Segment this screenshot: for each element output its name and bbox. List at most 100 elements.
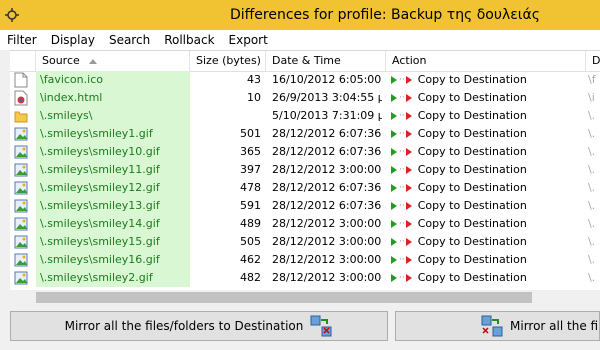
row-icon-cell: [10, 107, 36, 125]
row-icon-cell: [10, 251, 36, 269]
action-label: Copy to Destination: [417, 127, 527, 140]
table-row[interactable]: \.smileys\smiley13.gif 591 28/12/2012 6:07…: [10, 197, 600, 215]
source-cell[interactable]: \.smileys\smiley10.gif: [36, 143, 190, 161]
table-row[interactable]: \.smileys\smiley11.gif 397 28/12/2012 3:00…: [10, 161, 600, 179]
size-cell: 43: [247, 73, 261, 86]
header-source[interactable]: Source: [36, 51, 190, 71]
image-file-icon: [14, 180, 28, 196]
header-icon-column[interactable]: [10, 51, 36, 71]
date-cell: 28/12/2012 3:00:00 ...: [272, 235, 382, 248]
table-row[interactable]: \.smileys\smiley12.gif 478 28/12/2012 6:07…: [10, 179, 600, 197]
menu-filter[interactable]: Filter: [0, 30, 44, 50]
copy-arrow-icon: [391, 274, 397, 282]
destination-cell: \.: [588, 271, 596, 284]
action-cell[interactable]: ·· Copy to Destination: [391, 197, 586, 215]
date-cell: 16/10/2012 6:05:00 ...: [272, 73, 382, 86]
destination-arrow-icon: [405, 202, 412, 210]
table-row[interactable]: \favicon.ico 43 16/10/2012 6:05:00 ... ·· Co…: [10, 71, 600, 89]
row-icon-cell: [10, 125, 36, 143]
table-row[interactable]: \.smileys\smiley15.gif 505 28/12/2012 3:00…: [10, 233, 600, 251]
destination-arrow-icon: [405, 112, 412, 120]
header-date[interactable]: Date & Time: [266, 51, 386, 71]
destination-arrow-icon: [405, 256, 412, 264]
menu-rollback[interactable]: Rollback: [157, 30, 221, 50]
source-cell[interactable]: \.smileys\smiley1.gif: [36, 125, 190, 143]
action-cell[interactable]: ·· Copy to Destination: [391, 161, 586, 179]
header-action[interactable]: Action: [386, 51, 586, 71]
destination-arrow-icon: [405, 274, 412, 282]
destination-arrow-icon: [405, 238, 412, 246]
source-cell[interactable]: \index.html: [36, 89, 190, 107]
action-label: Copy to Destination: [417, 109, 527, 122]
image-file-icon: [14, 144, 28, 160]
action-cell[interactable]: ·· Copy to Destination: [391, 71, 586, 89]
action-cell[interactable]: ·· Copy to Destination: [391, 215, 586, 233]
action-cell[interactable]: ·· Copy to Destination: [391, 143, 586, 161]
source-cell[interactable]: \.smileys\smiley2.gif: [36, 269, 190, 287]
row-icon-cell: [10, 71, 36, 89]
source-cell[interactable]: \.smileys\smiley16.gif: [36, 251, 190, 269]
action-cell[interactable]: ·· Copy to Destination: [391, 233, 586, 251]
menu-search[interactable]: Search: [102, 30, 157, 50]
copy-arrow-icon: [391, 238, 397, 246]
action-label: Copy to Destination: [417, 253, 527, 266]
size-cell: 10: [247, 91, 261, 104]
mirror-icon: [481, 315, 503, 337]
copy-arrow-icon: [391, 94, 397, 102]
table-row[interactable]: \index.html 10 26/9/2013 3:04:55 μμ ·· Copy …: [10, 89, 600, 107]
source-cell[interactable]: \.smileys\smiley15.gif: [36, 233, 190, 251]
size-cell: [190, 107, 265, 125]
table-row[interactable]: \.smileys\ 5/10/2013 7:31:09 μμ ·· Copy to …: [10, 107, 600, 125]
date-cell: 28/12/2012 3:00:00 ...: [272, 271, 382, 284]
file-icon: [14, 72, 28, 88]
scrollbar-thumb[interactable]: [36, 292, 532, 303]
table-row[interactable]: \.smileys\smiley16.gif 462 28/12/2012 3:00…: [10, 251, 600, 269]
table-row[interactable]: \.smileys\smiley1.gif 501 28/12/2012 6:07:…: [10, 125, 600, 143]
menu-display[interactable]: Display: [44, 30, 102, 50]
source-cell[interactable]: \.smileys\: [36, 107, 190, 125]
horizontal-scrollbar[interactable]: [10, 290, 600, 306]
date-cell: 28/12/2012 3:00:00 ...: [272, 253, 382, 266]
grid-header: Source Size (bytes) Date & Time Action D…: [10, 51, 600, 72]
mirror-second-button[interactable]: Mirror all the fi: [395, 311, 600, 341]
source-cell[interactable]: \.smileys\smiley13.gif: [36, 197, 190, 215]
header-destination[interactable]: Des: [586, 51, 600, 71]
date-cell: 28/12/2012 6:07:36 ...: [272, 145, 382, 158]
destination-cell: \.: [588, 163, 596, 176]
mirror-to-destination-button[interactable]: Mirror all the files/folders to Destinat…: [10, 311, 388, 341]
action-cell[interactable]: ·· Copy to Destination: [391, 107, 586, 125]
row-icon-cell: [10, 269, 36, 287]
title-bar: Differences for profile: Backup της δουλ…: [0, 0, 600, 30]
menu-export[interactable]: Export: [222, 30, 275, 50]
action-cell[interactable]: ·· Copy to Destination: [391, 269, 586, 287]
dots-icon: ··: [399, 93, 405, 103]
row-icon-cell: [10, 179, 36, 197]
dots-icon: ··: [399, 129, 405, 139]
copy-arrow-icon: [391, 166, 397, 174]
source-cell[interactable]: \.smileys\smiley12.gif: [36, 179, 190, 197]
row-icon-cell: [10, 215, 36, 233]
dots-icon: ··: [399, 183, 405, 193]
action-cell[interactable]: ·· Copy to Destination: [391, 125, 586, 143]
destination-cell: \i: [588, 91, 595, 104]
header-size[interactable]: Size (bytes): [190, 51, 266, 71]
source-cell[interactable]: \.smileys\smiley11.gif: [36, 161, 190, 179]
source-cell[interactable]: \favicon.ico: [36, 71, 190, 89]
table-row[interactable]: \.smileys\smiley14.gif 489 28/12/2012 3:00…: [10, 215, 600, 233]
destination-cell: \.: [588, 235, 596, 248]
destination-arrow-icon: [405, 184, 412, 192]
action-cell[interactable]: ·· Copy to Destination: [391, 89, 586, 107]
table-row[interactable]: \.smileys\smiley10.gif 365 28/12/2012 6:07…: [10, 143, 600, 161]
grid-rows: \favicon.ico 43 16/10/2012 6:05:00 ... ·· Co…: [10, 71, 600, 287]
source-cell[interactable]: \.smileys\smiley14.gif: [36, 215, 190, 233]
row-icon-cell: [10, 233, 36, 251]
table-row[interactable]: \.smileys\smiley2.gif 482 28/12/2012 3:00:…: [10, 269, 600, 287]
row-icon-cell: [10, 89, 36, 107]
size-cell: 478: [240, 181, 261, 194]
dots-icon: ··: [399, 147, 405, 157]
action-label: Copy to Destination: [417, 235, 527, 248]
size-cell: 397: [240, 163, 261, 176]
action-cell[interactable]: ·· Copy to Destination: [391, 179, 586, 197]
html-file-icon: [14, 90, 28, 106]
action-cell[interactable]: ·· Copy to Destination: [391, 251, 586, 269]
